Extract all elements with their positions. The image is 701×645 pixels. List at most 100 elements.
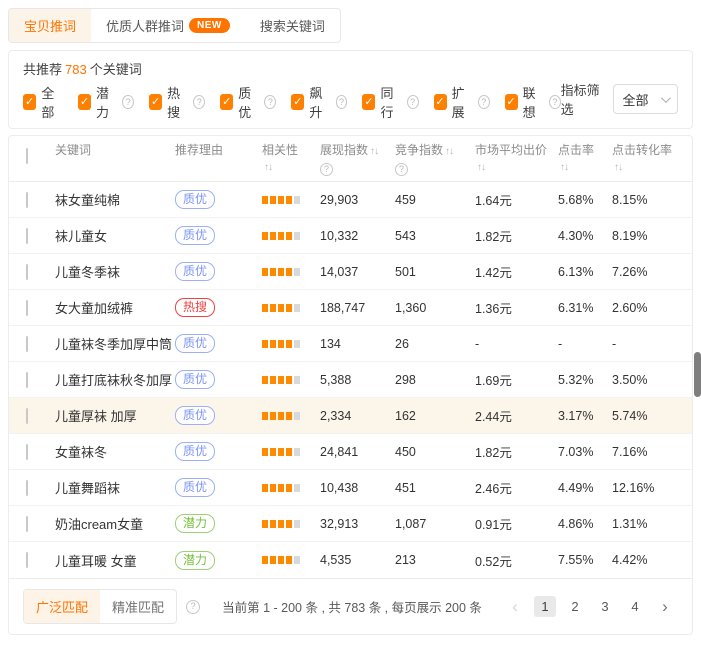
broad-match-button[interactable]: 广泛匹配 — [24, 590, 100, 623]
row-checkbox[interactable] — [26, 192, 28, 208]
help-icon[interactable]: ? — [186, 600, 200, 614]
row-checkbox[interactable] — [26, 516, 28, 532]
sort-icon[interactable]: ↑↓ — [370, 146, 378, 157]
checkbox-checked-icon[interactable]: ✓ — [291, 94, 304, 110]
checkbox-checked-icon[interactable]: ✓ — [434, 94, 447, 110]
match-type-switch: 广泛匹配 精准匹配 — [23, 589, 177, 624]
competition-cell: 459 — [395, 193, 475, 207]
filter-item[interactable]: ✓ 联想 ? — [505, 83, 561, 121]
pagination-info: 当前第 1 - 200 条 , 共 783 条 , 每页展示 200 条 — [200, 597, 504, 616]
sort-icon[interactable]: ↑↓ — [477, 162, 485, 173]
keyword-cell: 儿童厚袜 加厚 — [55, 406, 175, 425]
row-checkbox[interactable] — [26, 552, 28, 568]
row-checkbox[interactable] — [26, 228, 28, 244]
checkbox-checked-icon[interactable]: ✓ — [149, 94, 162, 110]
chevron-down-icon — [661, 93, 671, 103]
impressions-cell: 24,841 — [320, 445, 395, 459]
scrollbar-thumb[interactable] — [694, 352, 701, 397]
table-row[interactable]: 儿童冬季袜 质优 14,037 501 1.42元 6.13% 7.26% — [9, 254, 692, 290]
help-icon[interactable]: ? — [264, 95, 276, 109]
table-row[interactable]: 袜儿童女 质优 10,332 543 1.82元 4.30% 8.19% — [9, 218, 692, 254]
avg-bid-cell: 1.82元 — [475, 442, 558, 461]
keyword-cell: 女童袜冬 — [55, 442, 175, 461]
col-ctr[interactable]: 点击率↑↓ — [558, 142, 612, 176]
sort-icon[interactable]: ↑↓ — [560, 162, 568, 173]
table-row[interactable]: 儿童厚袜 加厚 质优 2,334 162 2.44元 3.17% 5.74% — [9, 398, 692, 434]
reason-tag: 质优 — [175, 190, 215, 209]
table-footer: 广泛匹配 精准匹配 ? 当前第 1 - 200 条 , 共 783 条 , 每页… — [9, 578, 692, 634]
help-icon[interactable]: ? — [193, 95, 205, 109]
row-checkbox[interactable] — [26, 264, 28, 280]
filter-item[interactable]: ✓ 全部 — [23, 83, 63, 121]
table-row[interactable]: 女童袜冬 质优 24,841 450 1.82元 7.03% 7.16% — [9, 434, 692, 470]
col-impressions[interactable]: 展现指数↑↓? — [320, 142, 395, 176]
help-icon[interactable]: ? — [549, 95, 561, 109]
reason-tag: 质优 — [175, 262, 215, 281]
page-button[interactable]: 1 — [534, 596, 556, 617]
page-button[interactable]: 2 — [564, 596, 586, 617]
keyword-table: 关键词 推荐理由 相关性↑↓ 展现指数↑↓? 竞争指数↑↓? 市场平均出价↑↓ … — [8, 135, 693, 635]
reason-tag: 质优 — [175, 334, 215, 353]
tab-audience-recommend[interactable]: 优质人群推词 NEW — [91, 9, 245, 42]
page-button[interactable]: 4 — [624, 596, 646, 617]
tab-search-keywords[interactable]: 搜索关键词 — [245, 9, 340, 42]
competition-cell: 26 — [395, 337, 475, 351]
col-avg-bid[interactable]: 市场平均出价↑↓ — [475, 142, 558, 176]
sort-icon[interactable]: ↑↓ — [264, 162, 272, 173]
checkbox-checked-icon[interactable]: ✓ — [362, 94, 375, 110]
col-competition[interactable]: 竞争指数↑↓? — [395, 142, 475, 176]
filter-item[interactable]: ✓ 同行 ? — [362, 83, 418, 121]
row-checkbox[interactable] — [26, 408, 28, 424]
table-body: 袜女童纯棉 质优 29,903 459 1.64元 5.68% 8.15% 袜儿… — [9, 182, 692, 578]
filter-item[interactable]: ✓ 潜力 ? — [78, 83, 134, 121]
col-keyword[interactable]: 关键词 — [55, 142, 175, 158]
prev-page-icon[interactable]: ‹ — [504, 597, 526, 616]
exact-match-button[interactable]: 精准匹配 — [100, 590, 176, 623]
checkbox-checked-icon[interactable]: ✓ — [78, 94, 91, 110]
table-row[interactable]: 袜女童纯棉 质优 29,903 459 1.64元 5.68% 8.15% — [9, 182, 692, 218]
filter-item[interactable]: ✓ 热搜 ? — [149, 83, 205, 121]
row-checkbox[interactable] — [26, 372, 28, 388]
sort-icon[interactable]: ↑↓ — [445, 146, 453, 157]
select-all-checkbox[interactable] — [26, 148, 28, 164]
reason-tag: 潜力 — [175, 514, 215, 533]
help-icon[interactable]: ? — [478, 95, 490, 109]
col-reason[interactable]: 推荐理由 — [175, 142, 262, 158]
reason-tag: 质优 — [175, 478, 215, 497]
table-row[interactable]: 儿童舞蹈袜 质优 10,438 451 2.46元 4.49% 12.16% — [9, 470, 692, 506]
sort-icon[interactable]: ↑↓ — [614, 162, 622, 173]
filter-label: 质优 — [238, 83, 259, 121]
help-icon[interactable]: ? — [336, 95, 348, 109]
help-icon[interactable]: ? — [395, 163, 408, 176]
help-icon[interactable]: ? — [320, 163, 333, 176]
table-row[interactable]: 奶油cream女童 潜力 32,913 1,087 0.91元 4.86% 1.… — [9, 506, 692, 542]
filter-item[interactable]: ✓ 飙升 ? — [291, 83, 347, 121]
col-cvr[interactable]: 点击转化率↑↓ — [612, 142, 692, 176]
table-row[interactable]: 儿童耳暖 女童 潜力 4,535 213 0.52元 7.55% 4.42% — [9, 542, 692, 578]
checkbox-checked-icon[interactable]: ✓ — [23, 94, 36, 110]
competition-cell: 1,087 — [395, 517, 475, 531]
row-checkbox[interactable] — [26, 300, 28, 316]
row-checkbox[interactable] — [26, 336, 28, 352]
checkbox-checked-icon[interactable]: ✓ — [220, 94, 233, 110]
table-row[interactable]: 儿童打底袜秋冬加厚 质优 5,388 298 1.69元 5.32% 3.50% — [9, 362, 692, 398]
help-icon[interactable]: ? — [122, 95, 134, 109]
keyword-cell: 儿童舞蹈袜 — [55, 478, 175, 497]
metric-filter-select[interactable]: 全部 — [613, 84, 679, 114]
next-page-icon[interactable]: › — [654, 597, 676, 616]
help-icon[interactable]: ? — [407, 95, 419, 109]
col-relevance[interactable]: 相关性↑↓ — [262, 142, 320, 176]
table-row[interactable]: 儿童袜冬季加厚中筒 质优 134 26 - - - — [9, 326, 692, 362]
checkbox-checked-icon[interactable]: ✓ — [505, 94, 518, 110]
relevance-bars — [262, 556, 300, 564]
relevance-bars — [262, 448, 300, 456]
filter-item[interactable]: ✓ 质优 ? — [220, 83, 276, 121]
keyword-cell: 儿童冬季袜 — [55, 262, 175, 281]
tab-item-recommend[interactable]: 宝贝推词 — [9, 9, 91, 42]
table-row[interactable]: 女大童加绒裤 热搜 188,747 1,360 1.36元 6.31% 2.60… — [9, 290, 692, 326]
competition-cell: 213 — [395, 553, 475, 567]
page-button[interactable]: 3 — [594, 596, 616, 617]
filter-item[interactable]: ✓ 扩展 ? — [434, 83, 490, 121]
row-checkbox[interactable] — [26, 444, 28, 460]
row-checkbox[interactable] — [26, 480, 28, 496]
